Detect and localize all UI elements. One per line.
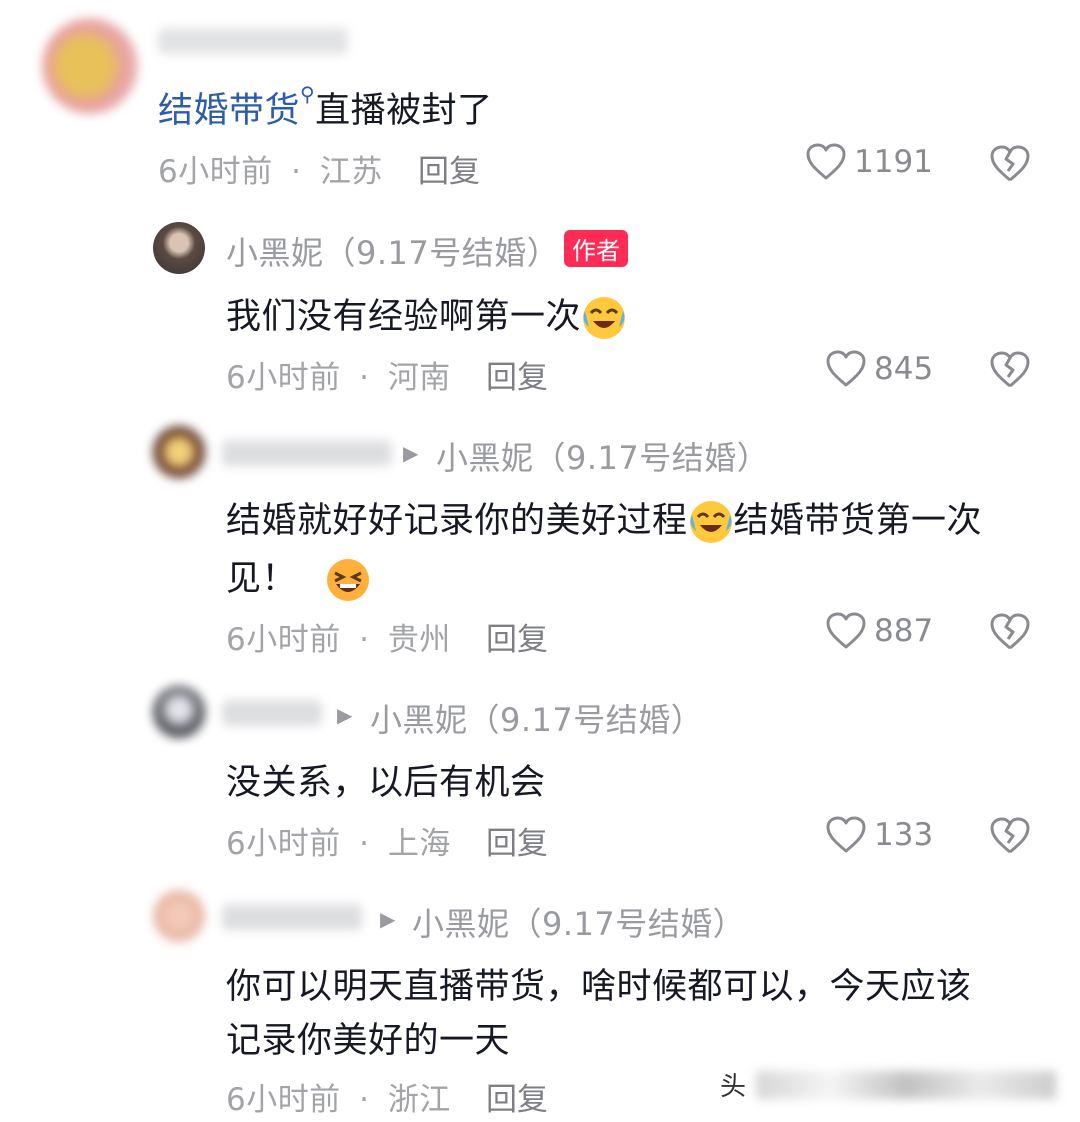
timestamp: 6小时前 <box>226 622 341 658</box>
crying-laughing-emoji-icon <box>689 501 732 543</box>
watermark: 头 <box>720 1066 1057 1103</box>
username-obscured[interactable] <box>158 28 348 54</box>
timestamp: 6小时前 <box>226 826 341 862</box>
avatar[interactable] <box>153 426 205 478</box>
reply-button[interactable]: 回复 <box>486 352 548 397</box>
timestamp: 6小时前 <box>226 360 341 396</box>
dislike-icon[interactable] <box>990 351 1030 389</box>
reply-arrow-icon: ▶ <box>380 907 396 931</box>
comment-body: 直播被封了 <box>315 91 493 131</box>
reply-button[interactable]: 回复 <box>418 146 480 191</box>
reply-to-name[interactable]: 小黑妮（9.17号结婚） <box>370 695 703 741</box>
watermark-obscured <box>756 1070 1057 1099</box>
like-button[interactable]: 1191 <box>806 143 933 181</box>
reply-meta: 6小时前 · 浙江 <box>226 1074 451 1119</box>
reply-text: 你可以明天直播带货，啥时候都可以，今天应该 <box>226 967 972 1007</box>
location: 浙江 <box>387 1082 451 1118</box>
reply-body-end: 见！ <box>226 559 298 599</box>
timestamp: 6小时前 <box>158 154 273 190</box>
reply-body: 我们没有经验啊第一次 <box>226 297 582 337</box>
reply-text-line2: 记录你美好的一天 <box>226 1021 511 1061</box>
reply-button[interactable]: 回复 <box>486 1074 548 1119</box>
topic-link[interactable]: 结婚带货 <box>158 91 300 131</box>
reply-body-continued: 结婚带货第一次 <box>733 501 983 541</box>
reply-text: 没关系，以后有机会 <box>226 763 546 803</box>
comment-meta: 6小时前 · 江苏 <box>158 146 383 191</box>
dislike-icon[interactable] <box>990 613 1030 651</box>
reply-text: 结婚就好好记录你的美好过程 结婚带货第一次 <box>226 492 982 545</box>
author-badge: 作者 <box>564 230 628 267</box>
like-count: 845 <box>874 351 934 387</box>
like-count: 1191 <box>854 144 933 180</box>
heart-icon <box>806 143 846 180</box>
avatar[interactable] <box>153 686 205 738</box>
location: 上海 <box>387 826 451 862</box>
reply-author-name[interactable]: 小黑妮（9.17号结婚） <box>226 228 559 274</box>
reply-button[interactable]: 回复 <box>486 614 548 659</box>
separator: · <box>359 360 370 396</box>
location: 贵州 <box>387 622 451 658</box>
reply-meta: 6小时前 · 上海 <box>226 818 451 863</box>
reply-text-line2: 见！ <box>226 550 371 603</box>
username-obscured[interactable] <box>222 700 322 726</box>
username-obscured[interactable] <box>222 904 362 930</box>
comment-text: 结婚带货⚲直播被封了 <box>158 82 493 133</box>
heart-icon <box>826 350 866 387</box>
separator: · <box>359 1082 370 1118</box>
watermark-text: 头 <box>720 1072 747 1102</box>
reply-arrow-icon: ▶ <box>337 703 353 727</box>
avatar[interactable] <box>153 222 205 274</box>
username-obscured[interactable] <box>222 440 392 466</box>
reply-arrow-icon: ▶ <box>403 441 419 465</box>
reply-button[interactable]: 回复 <box>486 818 548 863</box>
like-button[interactable]: 845 <box>826 350 933 388</box>
dislike-icon[interactable] <box>990 817 1030 855</box>
location: 江苏 <box>319 154 383 190</box>
like-button[interactable]: 887 <box>826 612 933 650</box>
avatar[interactable] <box>153 890 205 942</box>
laughing-emoji-icon <box>327 559 370 601</box>
separator: · <box>359 826 370 862</box>
reply-to-name[interactable]: 小黑妮（9.17号结婚） <box>436 433 769 479</box>
timestamp: 6小时前 <box>226 1082 341 1118</box>
dislike-icon[interactable] <box>990 145 1030 183</box>
like-count: 133 <box>874 817 934 853</box>
search-icon[interactable]: ⚲ <box>300 82 315 106</box>
reply-text: 我们没有经验啊第一次 <box>226 288 627 341</box>
like-button[interactable]: 133 <box>826 816 933 854</box>
avatar[interactable] <box>42 18 138 114</box>
separator: · <box>291 154 302 190</box>
reply-to-name[interactable]: 小黑妮（9.17号结婚） <box>412 899 745 945</box>
reply-meta: 6小时前 · 贵州 <box>226 614 451 659</box>
reply-body: 结婚就好好记录你的美好过程 <box>226 501 688 541</box>
heart-icon <box>826 612 866 649</box>
reply-meta: 6小时前 · 河南 <box>226 352 451 397</box>
location: 河南 <box>387 360 451 396</box>
separator: · <box>359 622 370 658</box>
heart-icon <box>826 816 866 853</box>
like-count: 887 <box>874 613 934 649</box>
crying-laughing-emoji-icon <box>583 297 626 339</box>
